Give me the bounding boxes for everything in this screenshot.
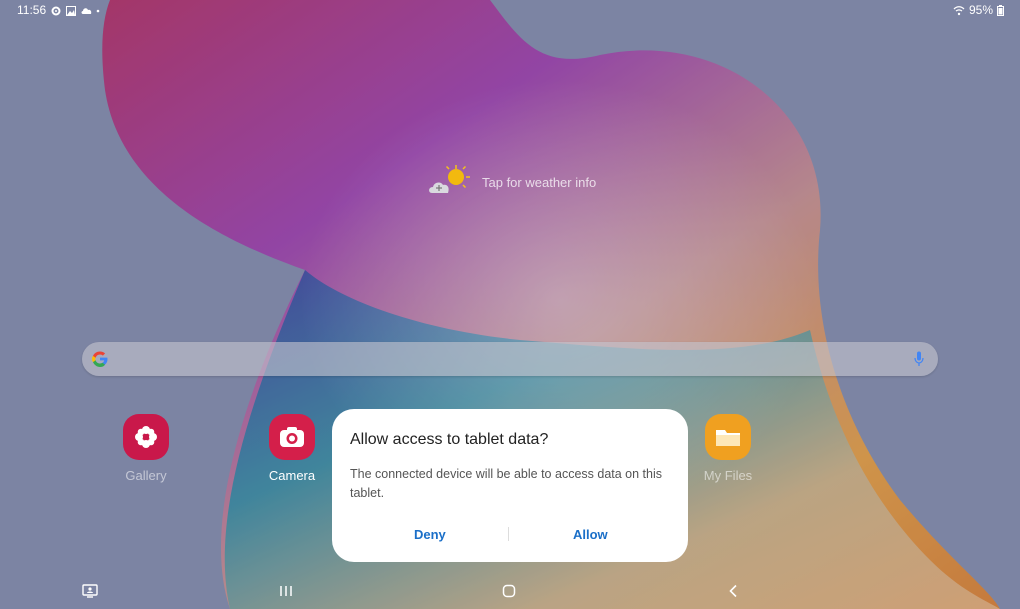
image-icon — [66, 5, 77, 16]
app-label: Gallery — [125, 468, 167, 483]
deny-button[interactable]: Deny — [406, 525, 454, 544]
app-label: Camera — [268, 468, 316, 483]
button-divider — [508, 527, 509, 541]
navigation-bar — [0, 578, 1020, 609]
allow-button[interactable]: Allow — [565, 525, 616, 544]
status-bar: 11:56 95% — [0, 0, 1020, 20]
camera-icon — [269, 414, 315, 460]
weather-widget[interactable]: Tap for weather info — [428, 164, 597, 198]
battery-percent: 95% — [968, 3, 993, 17]
screen-icon[interactable] — [82, 584, 98, 603]
cloud-icon — [81, 5, 92, 15]
folder-icon — [705, 414, 751, 460]
recents-icon[interactable] — [279, 584, 293, 603]
app-my-files[interactable]: My Files — [688, 414, 768, 483]
sun-cloud-icon — [428, 163, 472, 202]
wifi-icon — [953, 5, 965, 16]
dialog-message: The connected device will be able to acc… — [350, 467, 662, 500]
dialog-title: Allow access to tablet data? — [350, 431, 549, 448]
app-camera[interactable]: Camera — [252, 414, 332, 483]
status-time: 11:56 — [17, 3, 47, 17]
gear-icon — [51, 5, 61, 16]
mic-icon[interactable] — [914, 351, 924, 372]
dot-icon — [96, 5, 106, 15]
weather-label: Tap for weather info — [482, 174, 597, 190]
app-gallery[interactable]: Gallery — [106, 414, 186, 483]
app-label: My Files — [703, 468, 753, 483]
google-search-bar[interactable] — [82, 342, 938, 376]
google-g-icon — [91, 350, 109, 373]
back-icon[interactable] — [728, 584, 738, 603]
permission-dialog: Allow access to tablet data? The connect… — [332, 409, 688, 562]
battery-icon — [997, 5, 1004, 16]
home-icon[interactable] — [502, 584, 516, 603]
gallery-icon — [123, 414, 169, 460]
